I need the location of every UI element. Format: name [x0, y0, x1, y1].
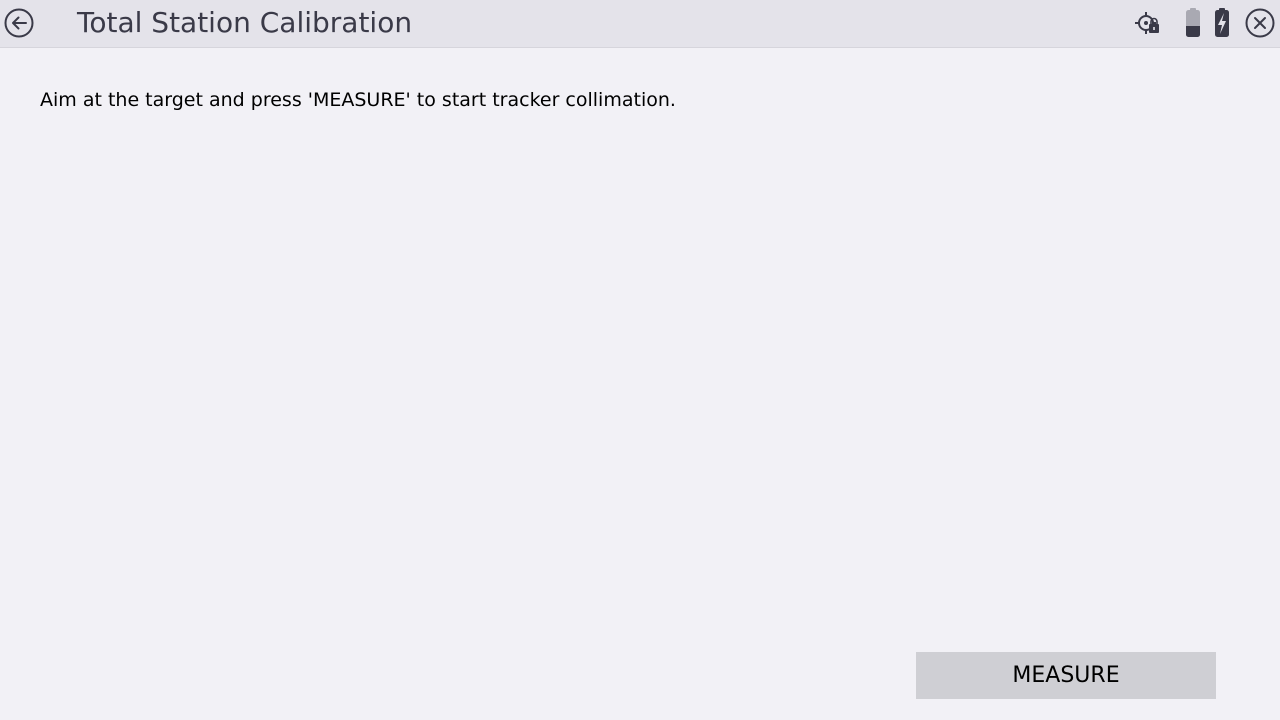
tracker-lock-icon [1135, 12, 1159, 34]
back-button[interactable] [4, 8, 34, 38]
measure-button[interactable]: MEASURE [916, 652, 1216, 699]
battery-charging-icon [1215, 8, 1229, 37]
back-arrow-icon [4, 8, 34, 38]
tracker-lock-status[interactable] [1134, 6, 1162, 40]
battery-status[interactable] [1183, 6, 1203, 40]
close-button[interactable] [1245, 8, 1275, 38]
app-header: Total Station Calibration [0, 0, 1280, 48]
close-icon [1245, 8, 1275, 38]
page-title: Total Station Calibration [77, 6, 413, 39]
battery-icon [1186, 8, 1200, 37]
battery-charging-status[interactable] [1212, 6, 1232, 40]
instruction-text: Aim at the target and press 'MEASURE' to… [40, 89, 676, 111]
